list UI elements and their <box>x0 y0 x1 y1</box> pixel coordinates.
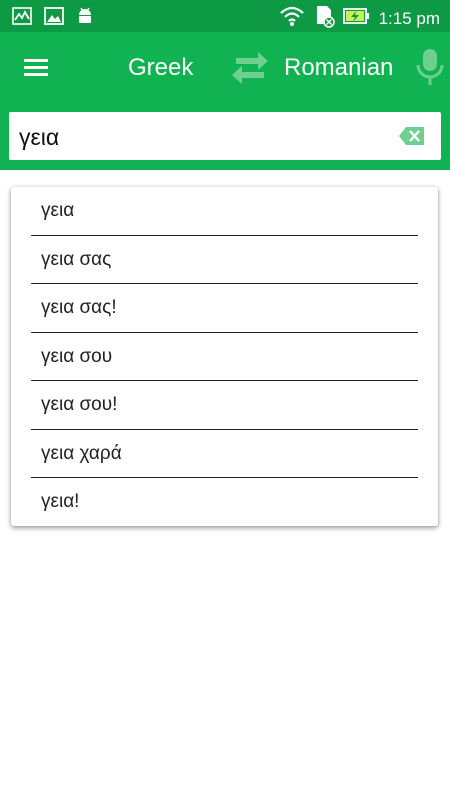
app-bar: Greek Romanian γεια <box>0 32 450 170</box>
suggestion-item[interactable]: γεια σας! <box>11 284 438 333</box>
status-left-icons <box>12 6 94 31</box>
menu-icon <box>14 59 58 92</box>
image-icon <box>44 7 64 30</box>
status-right-icons: 1:15 pm <box>279 4 440 33</box>
mic-icon <box>412 49 448 94</box>
suggestions-list: γεια γεια σας γεια σας! γεια σου γεια σο… <box>11 187 438 526</box>
suggestion-text: γεια σου <box>41 345 113 367</box>
suggestion-item[interactable]: γεια σου! <box>11 381 438 430</box>
suggestion-item[interactable]: γεια σας <box>11 236 438 284</box>
suggestion-item[interactable]: γεια σου <box>11 333 438 381</box>
android-icon <box>76 6 94 31</box>
suggestion-text: γεια σου! <box>41 394 118 415</box>
voice-input-button[interactable] <box>412 46 448 90</box>
suggestion-text: γεια σας <box>41 248 112 270</box>
search-input[interactable]: γεια <box>19 112 389 160</box>
source-language-button[interactable]: Greek <box>128 52 193 84</box>
sd-card-icon <box>313 4 335 33</box>
suggestion-text: γεια! <box>41 491 80 512</box>
suggestion-item[interactable]: γεια <box>11 187 438 236</box>
activity-icon <box>12 7 32 30</box>
swap-languages-button[interactable] <box>230 49 270 87</box>
backspace-icon <box>399 127 425 150</box>
swap-icon <box>230 52 270 91</box>
suggestion-item[interactable]: γεια! <box>11 478 438 526</box>
clear-search-button[interactable] <box>399 126 425 146</box>
battery-charging-icon <box>342 7 371 30</box>
wifi-icon <box>279 5 305 32</box>
divider <box>31 525 418 526</box>
suggestion-text: γεια χαρά <box>41 442 122 464</box>
suggestion-item[interactable]: γεια χαρά <box>11 430 438 478</box>
status-time: 1:15 pm <box>378 8 440 28</box>
status-bar: 1:15 pm <box>0 0 450 32</box>
target-language-button[interactable]: Romanian <box>284 52 393 84</box>
menu-button[interactable] <box>14 48 58 88</box>
search-box: γεια <box>9 112 441 160</box>
suggestion-text: γεια σας! <box>41 297 117 318</box>
suggestion-text: γεια <box>41 200 75 221</box>
